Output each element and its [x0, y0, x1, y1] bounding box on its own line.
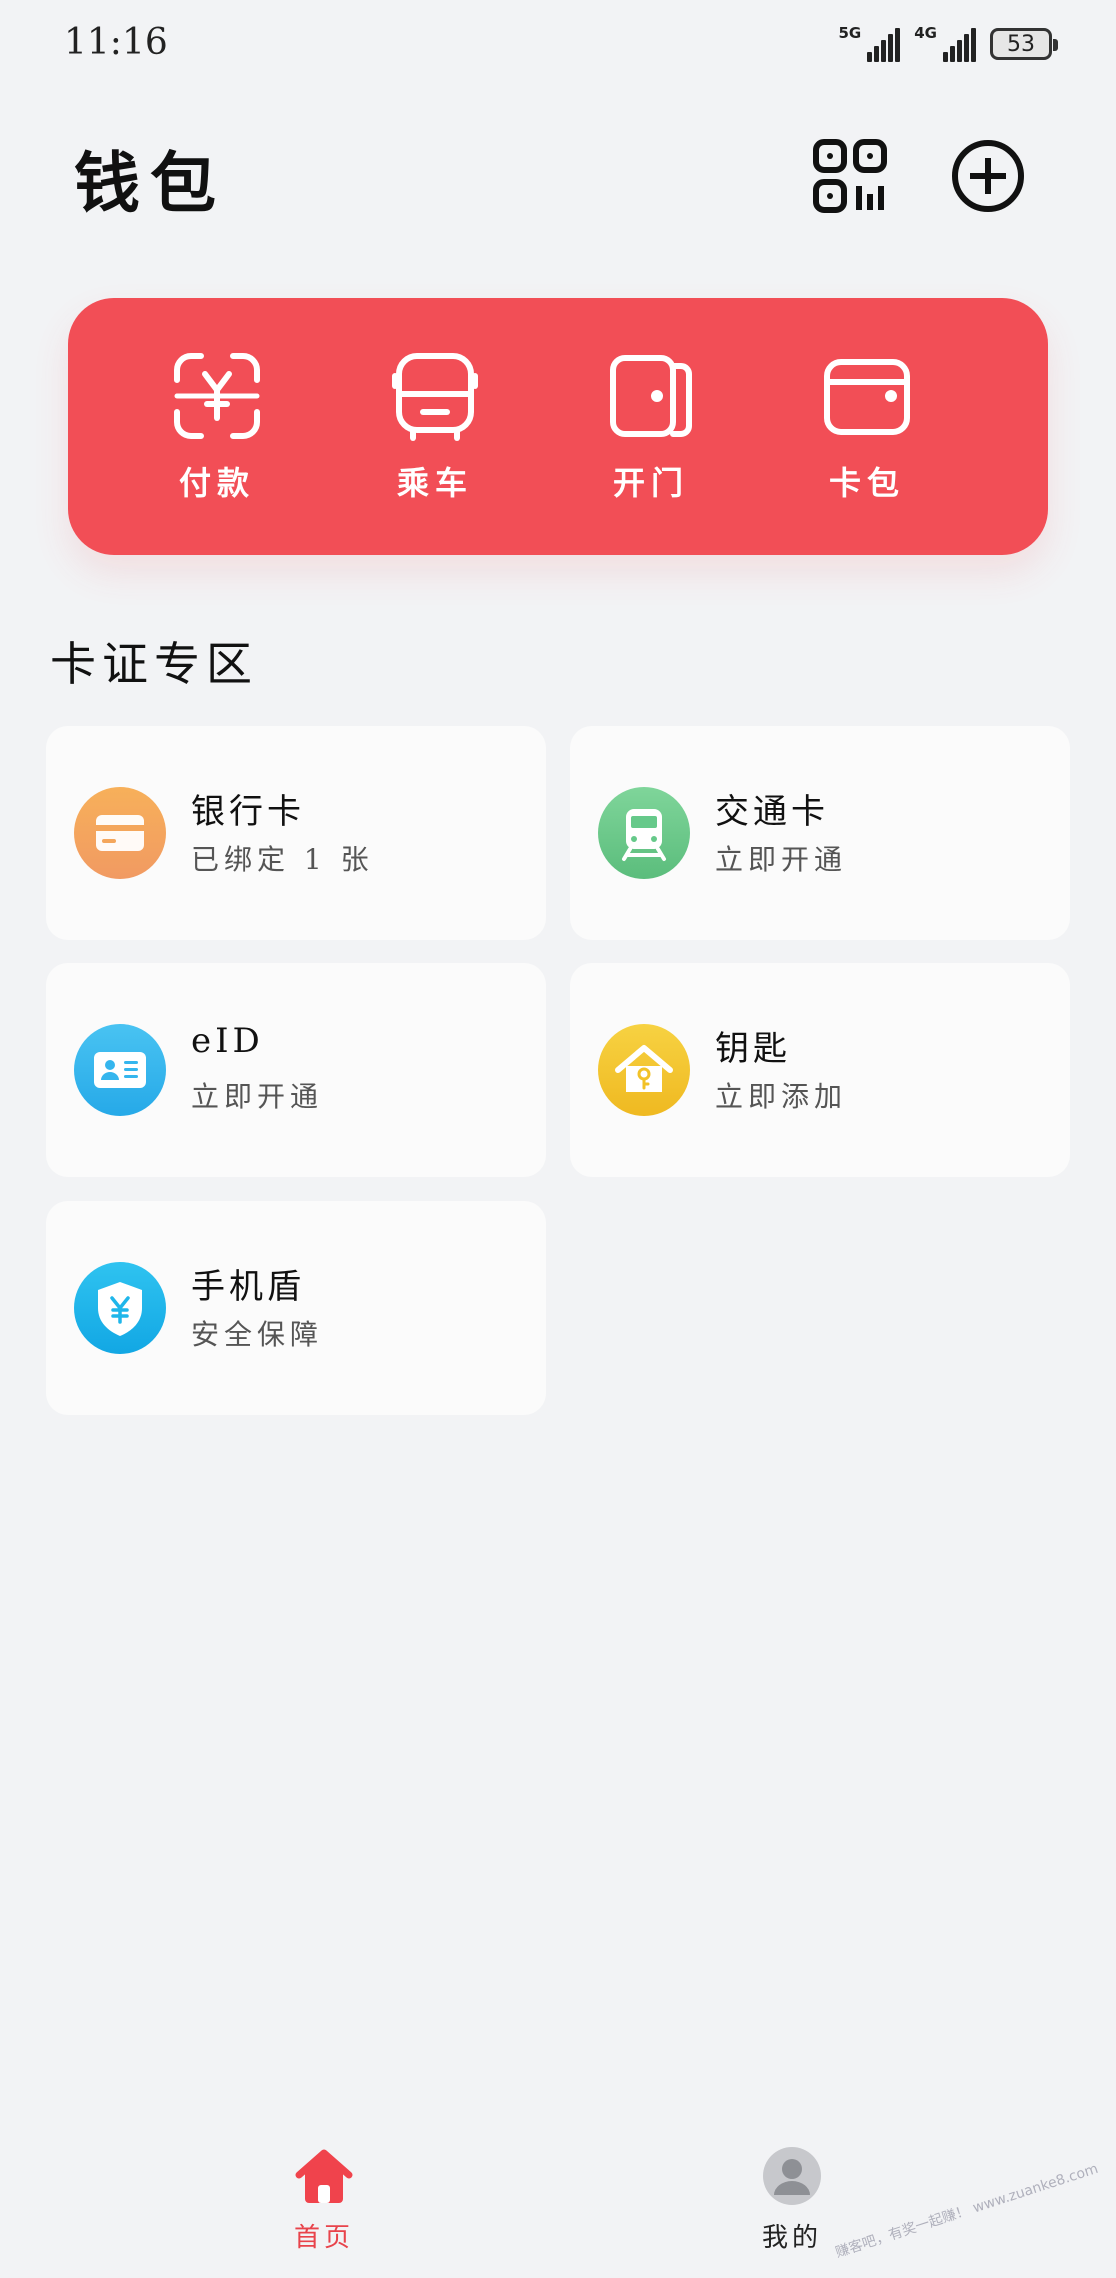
card-title: 交通卡 — [715, 792, 829, 832]
card-subtitle: 立即开通 — [191, 1080, 324, 1113]
quick-action-bus[interactable]: 乘车 — [350, 350, 520, 520]
card-wallet-icon — [824, 359, 910, 435]
card-title: 钥匙 — [715, 1029, 791, 1069]
id-card-icon — [74, 1024, 166, 1116]
signal-4g-icon: 4G — [914, 26, 976, 62]
card-title: 银行卡 — [191, 792, 305, 832]
yuan-scan-icon — [174, 353, 260, 439]
quick-action-label: 卡包 — [828, 464, 905, 502]
door-icon — [610, 355, 692, 437]
card-title: 手机盾 — [191, 1267, 305, 1307]
section-title: 卡证专区 — [50, 637, 258, 691]
plus-circle-icon — [952, 140, 1024, 212]
card-subtitle: 已绑定 1 张 — [191, 843, 374, 876]
quick-action-door[interactable]: 开门 — [566, 350, 736, 520]
card-transit-card[interactable]: 交通卡 立即开通 — [570, 726, 1070, 940]
bus-icon — [392, 353, 478, 441]
qr-scan-icon — [813, 139, 887, 213]
status-bar: 11:16 5G 4G 53 — [0, 0, 1116, 90]
card-eid[interactable]: eID 立即开通 — [46, 963, 546, 1177]
quick-action-card-wallet[interactable]: 卡包 — [782, 350, 952, 520]
card-subtitle: 立即添加 — [715, 1080, 848, 1113]
quick-action-label: 乘车 — [396, 464, 473, 502]
signal-5g-icon: 5G — [839, 26, 901, 62]
quick-action-pay[interactable]: 付款 — [132, 350, 302, 520]
nav-home-label: 首页 — [293, 2223, 354, 2253]
shield-yuan-icon — [74, 1262, 166, 1354]
card-bank-card[interactable]: 银行卡 已绑定 1 张 — [46, 726, 546, 940]
card-subtitle: 立即开通 — [715, 843, 848, 876]
house-key-icon — [598, 1024, 690, 1116]
avatar-icon — [763, 2147, 821, 2205]
quick-action-label: 开门 — [612, 464, 689, 502]
quick-action-label: 付款 — [178, 464, 255, 502]
bank-card-icon — [74, 787, 166, 879]
quick-actions-card: 付款 乘车 开门 卡包 — [68, 298, 1048, 555]
status-time: 11:16 — [64, 22, 168, 63]
home-icon — [295, 2149, 353, 2203]
card-title: eID — [191, 1021, 264, 1061]
nav-home-tab[interactable]: 首页 — [244, 2145, 404, 2254]
train-icon — [598, 787, 690, 879]
card-phone-shield[interactable]: 手机盾 安全保障 — [46, 1201, 546, 1415]
battery-icon: 53 — [990, 28, 1058, 60]
card-key[interactable]: 钥匙 立即添加 — [570, 963, 1070, 1177]
battery-level: 53 — [1007, 31, 1035, 57]
page-title: 钱包 — [74, 144, 226, 222]
status-indicators: 5G 4G 53 — [839, 26, 1058, 62]
add-button[interactable] — [950, 138, 1026, 214]
card-subtitle: 安全保障 — [191, 1318, 324, 1351]
qr-scan-button[interactable] — [812, 138, 888, 214]
